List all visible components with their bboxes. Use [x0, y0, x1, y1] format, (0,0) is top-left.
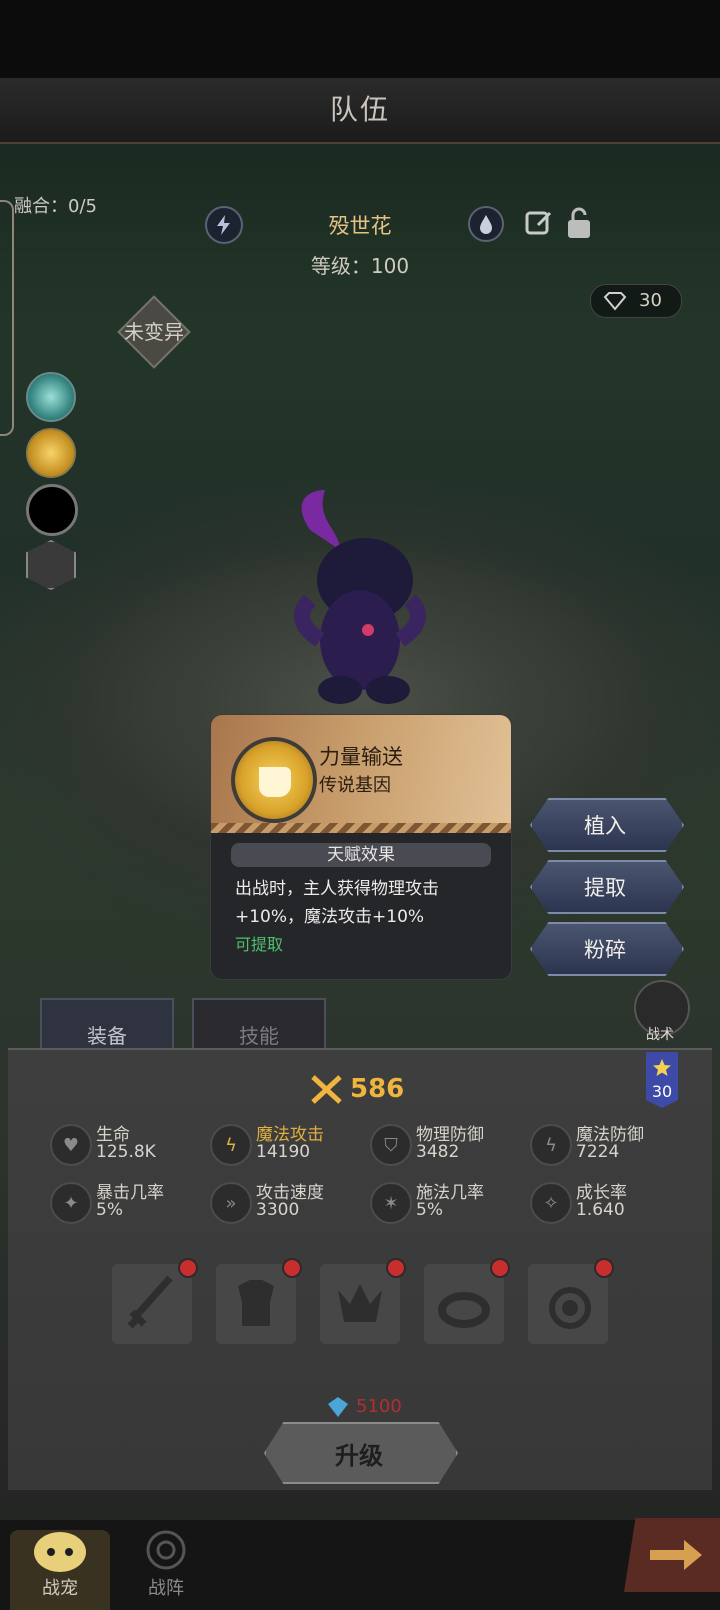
star-icon — [653, 1059, 671, 1076]
gene-slot-empty[interactable] — [26, 484, 78, 536]
notification-dot — [386, 1258, 406, 1278]
stat-value: 5% — [96, 1200, 123, 1220]
water-drop-icon[interactable] — [468, 206, 504, 242]
arrow-right-icon — [650, 1540, 702, 1570]
tab-equipment-label: 装备 — [87, 1024, 127, 1048]
side-panel-handle[interactable] — [0, 200, 14, 436]
ring-icon — [438, 1292, 490, 1328]
stat-magic-attack: ϟ 魔法攻击 14190 — [210, 1120, 360, 1170]
extract-status: 可提取 — [235, 935, 284, 954]
growth-icon: ✧ — [530, 1182, 572, 1224]
cast-icon: ✶ — [370, 1182, 412, 1224]
stat-physical-defense: ⛉ 物理防御 3482 — [370, 1120, 520, 1170]
stat-value: 7224 — [576, 1142, 620, 1162]
talent-title-bar: 天赋效果 — [231, 843, 491, 867]
star-level-badge: 30 — [646, 1052, 678, 1108]
pet-face-icon — [34, 1532, 86, 1572]
page-header: 队伍 — [0, 78, 720, 144]
amulet-icon — [549, 1287, 591, 1329]
stat-cast-rate: ✶ 施法几率 5% — [370, 1178, 520, 1228]
mutation-badge: 未变异 — [117, 295, 191, 369]
stat-value: 3482 — [416, 1142, 460, 1162]
nav-formation[interactable]: 战阵 — [116, 1530, 216, 1610]
mutation-label: 未变异 — [124, 320, 184, 344]
nav-pet-label: 战宠 — [42, 1578, 78, 1599]
pet-level: 等级：100 — [310, 254, 410, 278]
upgrade-cost: 5100 — [326, 1394, 426, 1420]
shield-icon: ⛉ — [370, 1124, 412, 1166]
equip-slot-ring[interactable] — [424, 1258, 510, 1344]
crossed-swords-icon — [311, 1075, 342, 1104]
page-title: 队伍 — [329, 93, 390, 126]
notification-dot — [282, 1258, 302, 1278]
gene-name: 力量输送 — [319, 745, 403, 769]
stat-value: 125.8K — [96, 1142, 156, 1162]
shatter-button[interactable]: 粉碎 — [530, 922, 684, 976]
lock-icon[interactable] — [564, 206, 594, 240]
equip-slot-amulet[interactable] — [528, 1258, 614, 1344]
talent-description: 出战时，主人获得物理攻击+10%，魔法攻击+10% — [235, 879, 439, 927]
gem-icon — [603, 292, 627, 311]
gene-slot-gold-icon[interactable] — [26, 428, 76, 478]
combat-power: 586 — [300, 1072, 440, 1108]
tab-skills-label: 技能 — [239, 1024, 279, 1048]
magic-shield-icon: ϟ — [530, 1124, 572, 1166]
pet-name: 殁世花 — [328, 214, 392, 238]
sword-icon — [127, 1275, 173, 1329]
lightning-icon: ϟ — [210, 1124, 252, 1166]
gene-slot-teal-icon[interactable] — [26, 372, 76, 422]
crystal-icon — [328, 1397, 348, 1417]
stat-value: 14190 — [256, 1142, 311, 1162]
tactic-button[interactable]: 战术 — [630, 976, 690, 1043]
gene-rarity: 传说基因 — [319, 775, 391, 796]
stat-magic-defense: ϟ 魔法防御 7224 — [530, 1120, 680, 1170]
stat-crit-rate: ✦ 暴击几率 5% — [50, 1178, 200, 1228]
stat-hp: ♥ 生命 125.8K — [50, 1120, 200, 1170]
upgrade-cost-value: 5100 — [356, 1396, 402, 1417]
armor-icon — [238, 1280, 274, 1326]
status-bar — [0, 0, 720, 78]
nav-pet[interactable]: 战宠 — [10, 1530, 110, 1610]
notification-dot — [490, 1258, 510, 1278]
star-level-value: 30 — [651, 1082, 673, 1101]
helmet-icon — [338, 1284, 382, 1322]
stat-value: 1.640 — [576, 1200, 625, 1220]
extract-button[interactable]: 提取 — [530, 860, 684, 914]
shatter-button-label: 粉碎 — [584, 938, 626, 962]
tactic-label: 战术 — [646, 1027, 674, 1043]
heart-icon: ♥ — [50, 1124, 92, 1166]
upgrade-button-label: 升级 — [335, 1442, 383, 1470]
equip-slot-helmet[interactable] — [320, 1258, 406, 1344]
lightning-icon[interactable] — [205, 206, 243, 244]
stat-value: 3300 — [256, 1200, 300, 1220]
implant-button[interactable]: 植入 — [530, 798, 684, 852]
nav-formation-label: 战阵 — [148, 1578, 184, 1599]
notification-dot — [178, 1258, 198, 1278]
stat-value: 5% — [416, 1200, 443, 1220]
equip-slot-weapon[interactable] — [112, 1258, 198, 1344]
formation-icon — [146, 1530, 186, 1570]
crit-icon: ✦ — [50, 1182, 92, 1224]
header-stripe — [211, 823, 511, 833]
pet-character — [294, 490, 426, 704]
upgrade-button[interactable]: 升级 — [264, 1422, 458, 1484]
gem-count-value: 30 — [639, 290, 662, 311]
talent-title: 天赋效果 — [327, 845, 395, 865]
speed-icon: » — [210, 1182, 252, 1224]
notification-dot — [594, 1258, 614, 1278]
fusion-counter: 融合：0/5 — [14, 196, 97, 217]
next-button[interactable] — [624, 1518, 720, 1592]
gene-detail-popup: 力量输送 传说基因 天赋效果 出战时，主人获得物理攻击+10%，魔法攻击+10%… — [210, 714, 512, 980]
stat-attack-speed: » 攻击速度 3300 — [210, 1178, 360, 1228]
equip-slot-armor[interactable] — [216, 1258, 302, 1344]
extract-button-label: 提取 — [584, 876, 626, 900]
combat-power-value: 586 — [350, 1074, 405, 1104]
edit-icon[interactable] — [524, 208, 554, 238]
implant-button-label: 植入 — [584, 814, 626, 838]
fist-gene-icon — [231, 737, 317, 823]
stat-growth-rate: ✧ 成长率 1.640 — [530, 1178, 680, 1228]
gem-counter: 30 — [590, 284, 682, 318]
